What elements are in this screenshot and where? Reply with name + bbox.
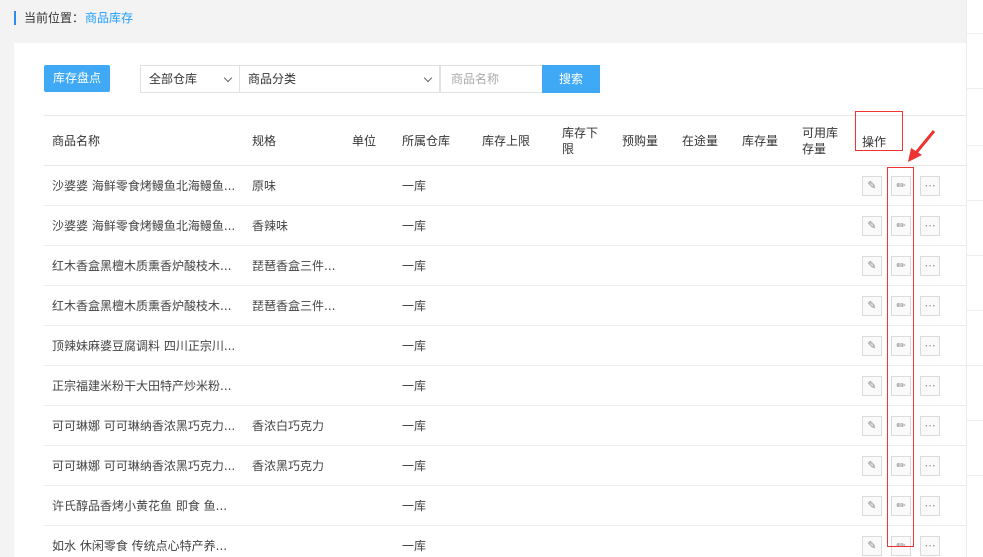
edit-square-icon[interactable]: ✎ [862, 536, 882, 556]
product-name: 顶辣妹麻婆豆腐调料 四川正宗川... [52, 339, 236, 353]
right-scroll-strip [966, 0, 983, 557]
divider [967, 420, 983, 421]
table-body: 沙婆婆 海鲜零食烤鳗鱼北海鳗鱼... 原味 一库 ✎ ✏ ⋯ 沙婆婆 海鲜零食烤鳗鱼北海鳗鱼… [44, 166, 966, 557]
table-row: 如水 休闲零食 传统点心特产养... 一库 ✎ ✏ ⋯ [44, 526, 966, 557]
product-warehouse: 一库 [402, 379, 427, 393]
edit-square-icon[interactable]: ✎ [862, 496, 882, 516]
product-warehouse: 一库 [402, 499, 427, 513]
table-row: 可可琳娜 可可琳纳香浓黑巧克力... 香浓黑巧克力 一库 ✎ ✏ ⋯ [44, 446, 966, 486]
divider [967, 33, 983, 34]
divider [967, 200, 983, 201]
comment-icon[interactable]: ⋯ [920, 336, 940, 356]
header-lower-limit-line1: 库存下 [562, 126, 599, 140]
header-upper-limit: 库存上限 [482, 134, 531, 148]
breadcrumb-label: 当前位置： [24, 11, 85, 25]
comment-icon[interactable]: ⋯ [920, 536, 940, 556]
product-spec: 原味 [252, 179, 277, 193]
table-row: 红木香盒黑檀木质熏香炉酸枝木... 琵琶香盒三件... 一库 ✎ ✏ ⋯ [44, 286, 966, 326]
product-name: 沙婆婆 海鲜零食烤鳗鱼北海鳗鱼... [52, 179, 236, 193]
chevron-down-icon [423, 73, 433, 83]
product-warehouse: 一库 [402, 299, 427, 313]
comment-icon[interactable]: ⋯ [920, 416, 940, 436]
table-row: 正宗福建米粉干大田特产炒米粉... 一库 ✎ ✏ ⋯ [44, 366, 966, 406]
warehouse-select-value: 全部仓库 [149, 72, 198, 86]
edit-square-icon[interactable]: ✎ [862, 176, 882, 196]
product-name: 许氏醇品香烤小黄花鱼 即食 鱼... [52, 499, 228, 513]
header-stock: 库存量 [742, 134, 779, 148]
category-select-value: 商品分类 [248, 72, 297, 86]
table-row: 许氏醇品香烤小黄花鱼 即食 鱼... 一库 ✎ ✏ ⋯ [44, 486, 966, 526]
product-name: 红木香盒黑檀木质熏香炉酸枝木... [52, 259, 232, 273]
product-warehouse: 一库 [402, 419, 427, 433]
table-row: 顶辣妹麻婆豆腐调料 四川正宗川... 一库 ✎ ✏ ⋯ [44, 326, 966, 366]
product-warehouse: 一库 [402, 259, 427, 273]
edit-square-icon[interactable]: ✎ [862, 256, 882, 276]
comment-icon[interactable]: ⋯ [920, 216, 940, 236]
product-name: 可可琳娜 可可琳纳香浓黑巧克力... [52, 419, 236, 433]
search-button[interactable]: 搜索 [542, 65, 600, 93]
breadcrumb-accent-bar [14, 11, 16, 25]
edit-square-icon[interactable]: ✎ [862, 456, 882, 476]
divider [967, 310, 983, 311]
table-row: 沙婆婆 海鲜零食烤鳗鱼北海鳗鱼... 原味 一库 ✎ ✏ ⋯ [44, 166, 966, 206]
product-warehouse: 一库 [402, 179, 427, 193]
comment-icon[interactable]: ⋯ [920, 496, 940, 516]
header-warehouse: 所属仓库 [402, 134, 451, 148]
product-name: 可可琳娜 可可琳纳香浓黑巧克力... [52, 459, 236, 473]
product-warehouse: 一库 [402, 459, 427, 473]
table-row: 红木香盒黑檀木质熏香炉酸枝木... 琵琶香盒三件... 一库 ✎ ✏ ⋯ [44, 246, 966, 286]
table-row: 可可琳娜 可可琳纳香浓黑巧克力... 香浓白巧克力 一库 ✎ ✏ ⋯ [44, 406, 966, 446]
product-name-search-input[interactable] [440, 65, 543, 93]
product-spec: 香浓黑巧克力 [252, 459, 325, 473]
category-select[interactable]: 商品分类 [239, 65, 440, 93]
inventory-check-button[interactable]: 库存盘点 [44, 65, 110, 92]
edit-square-icon[interactable]: ✎ [862, 376, 882, 396]
warehouse-select[interactable]: 全部仓库 [140, 65, 240, 93]
header-available-line1: 可用库 [802, 126, 839, 140]
header-lower-limit-line2: 限 [562, 142, 575, 156]
header-spec: 规格 [252, 134, 277, 148]
product-warehouse: 一库 [402, 219, 427, 233]
header-preorder: 预购量 [622, 134, 659, 148]
edit-square-icon[interactable]: ✎ [862, 336, 882, 356]
comment-icon[interactable]: ⋯ [920, 376, 940, 396]
header-unit: 单位 [352, 134, 377, 148]
product-spec: 琵琶香盒三件... [252, 259, 336, 273]
product-name: 红木香盒黑檀木质熏香炉酸枝木... [52, 299, 232, 313]
divider [967, 145, 983, 146]
header-in-transit: 在途量 [682, 134, 719, 148]
comment-icon[interactable]: ⋯ [920, 296, 940, 316]
product-name: 如水 休闲零食 传统点心特产养... [52, 539, 228, 553]
annotation-box-edit-column [887, 167, 914, 547]
edit-square-icon[interactable]: ✎ [862, 416, 882, 436]
inventory-panel: 库存盘点 全部仓库 商品分类 搜索 商品名称 规格 单位 所属仓库 库存上限 库… [14, 43, 966, 557]
divider [967, 255, 983, 256]
table-header: 商品名称 规格 单位 所属仓库 库存上限 库存下 限 预购量 在途量 库存量 可… [44, 115, 966, 166]
breadcrumb: 当前位置： 商品库存 [0, 0, 966, 37]
edit-square-icon[interactable]: ✎ [862, 216, 882, 236]
inventory-table: 商品名称 规格 单位 所属仓库 库存上限 库存下 限 预购量 在途量 库存量 可… [44, 115, 966, 557]
breadcrumb-current[interactable]: 商品库存 [85, 11, 133, 25]
comment-icon[interactable]: ⋯ [920, 256, 940, 276]
annotation-arrow-icon [908, 130, 936, 162]
product-spec: 琵琶香盒三件... [252, 299, 336, 313]
chevron-down-icon [223, 73, 233, 83]
product-spec: 香辣味 [252, 219, 289, 233]
comment-icon[interactable]: ⋯ [920, 176, 940, 196]
comment-icon[interactable]: ⋯ [920, 456, 940, 476]
product-name: 正宗福建米粉干大田特产炒米粉... [52, 379, 232, 393]
product-spec: 香浓白巧克力 [252, 419, 325, 433]
annotation-box-actions-header [855, 111, 903, 151]
divider [967, 475, 983, 476]
product-warehouse: 一库 [402, 539, 427, 553]
product-warehouse: 一库 [402, 339, 427, 353]
divider [967, 88, 983, 89]
header-available-line2: 存量 [802, 142, 827, 156]
edit-square-icon[interactable]: ✎ [862, 296, 882, 316]
divider [967, 365, 983, 366]
table-row: 沙婆婆 海鲜零食烤鳗鱼北海鳗鱼... 香辣味 一库 ✎ ✏ ⋯ [44, 206, 966, 246]
header-name: 商品名称 [52, 134, 101, 148]
product-name: 沙婆婆 海鲜零食烤鳗鱼北海鳗鱼... [52, 219, 236, 233]
